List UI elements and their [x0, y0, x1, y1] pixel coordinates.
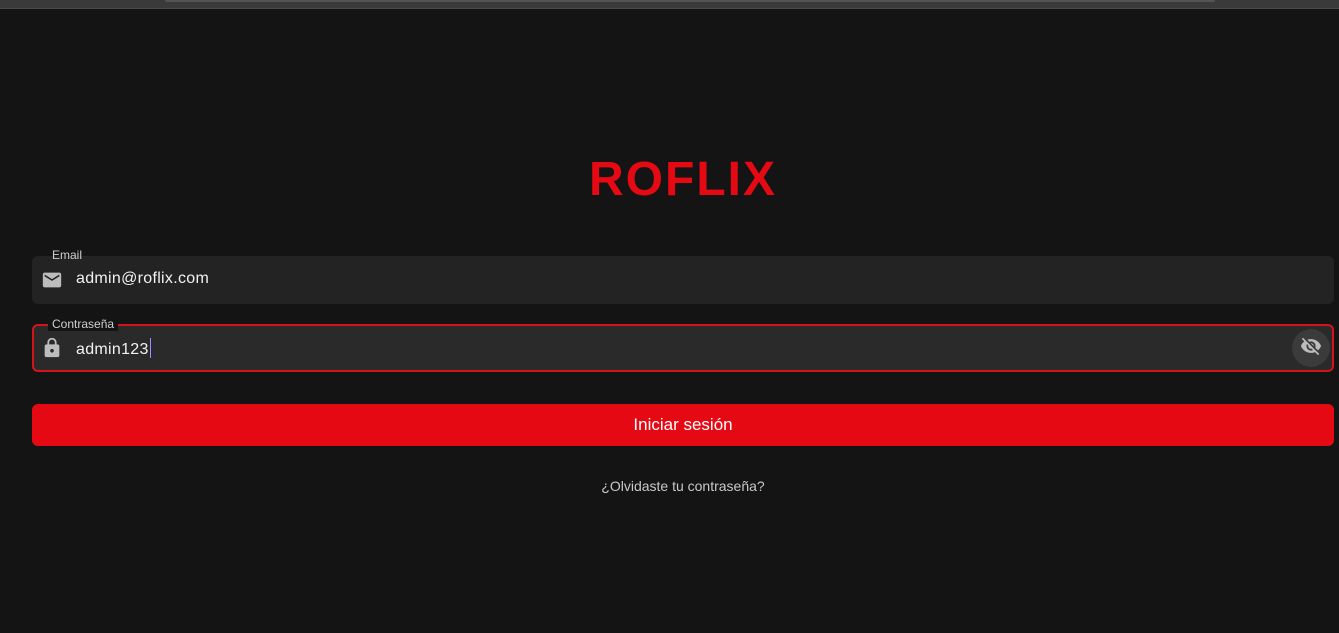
lock-icon — [41, 337, 63, 359]
mail-icon — [41, 269, 63, 291]
toggle-password-visibility-button[interactable] — [1292, 329, 1330, 367]
password-field[interactable]: Contraseña admin123 — [32, 317, 1334, 372]
text-caret — [149, 338, 151, 358]
email-input[interactable]: admin@roflix.com — [76, 270, 209, 288]
email-label: Email — [52, 248, 83, 262]
login-button[interactable]: Iniciar sesión — [32, 404, 1334, 446]
app-logo: ROFLIX — [589, 153, 777, 206]
password-value: admin123 — [76, 341, 149, 358]
password-input[interactable]: admin123 — [76, 338, 151, 359]
email-field[interactable]: Email admin@roflix.com — [32, 248, 1334, 304]
browser-top-bar — [0, 0, 1339, 9]
browser-address-edge — [165, 0, 1215, 2]
eye-off-icon — [1300, 335, 1322, 362]
forgot-password-link[interactable]: ¿Olvidaste tu contraseña? — [0, 478, 1339, 494]
password-label: Contraseña — [48, 317, 119, 331]
